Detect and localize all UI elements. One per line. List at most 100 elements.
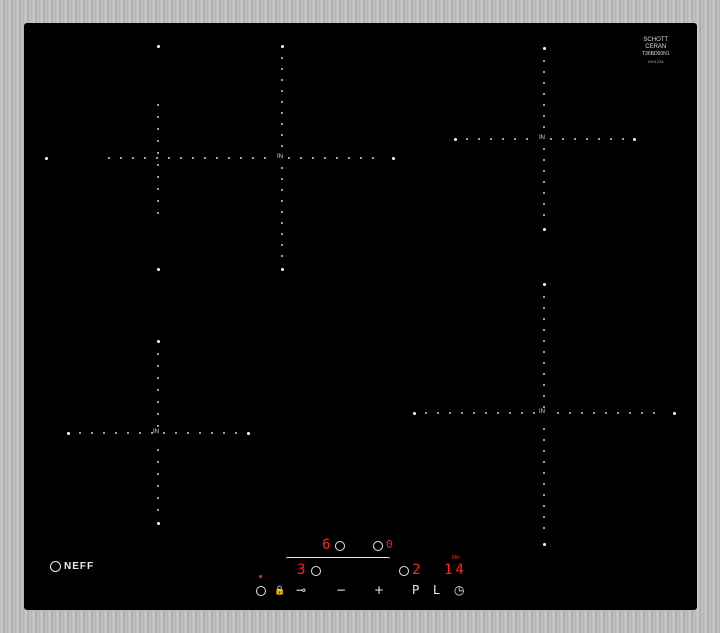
p-button[interactable]: P <box>412 584 419 596</box>
zone-dot <box>192 157 194 159</box>
zone-dot <box>157 128 159 130</box>
zone-dot <box>157 522 160 525</box>
zone-dot <box>139 432 141 434</box>
brand-name: NEFF <box>64 561 95 572</box>
zone-dot <box>281 90 283 92</box>
zone-dot <box>526 138 528 140</box>
front-left-zone-select[interactable] <box>311 566 321 576</box>
zone-dot <box>543 203 545 205</box>
zone-dot <box>281 200 283 202</box>
rear-left-zone-select[interactable] <box>335 541 345 551</box>
brand-logo: NEFF <box>50 561 94 572</box>
zone-dot <box>543 373 545 375</box>
zone-dot <box>543 170 545 172</box>
glass-maker-line1: SCHOTT <box>643 37 669 43</box>
zone-dot <box>247 432 250 435</box>
zone-dot <box>157 116 159 118</box>
ceramic-glass-surface <box>24 23 697 610</box>
zone-dot <box>543 192 545 194</box>
zone-dot <box>156 157 158 159</box>
front-right-zone-select[interactable] <box>399 566 409 576</box>
zone-dot <box>598 138 600 140</box>
zone-dot <box>157 188 159 190</box>
childlock-icon: 🔒 <box>274 585 286 595</box>
zone-dot <box>454 138 457 141</box>
timer-icon: ◷ <box>454 583 465 597</box>
glass-maker-line2: CERAN <box>645 44 667 50</box>
zone-center-marker: IN <box>277 154 283 160</box>
zone-dot <box>543 71 545 73</box>
zone-dot <box>157 164 159 166</box>
zone-dot <box>281 145 283 147</box>
zone-dot <box>461 412 463 414</box>
minus-button[interactable]: − <box>336 584 346 596</box>
zone-dot <box>180 157 182 159</box>
zone-dot <box>543 318 545 320</box>
zone-dot <box>281 123 283 125</box>
zone-dot <box>425 412 427 414</box>
zone-dot <box>281 189 283 191</box>
key-button[interactable]: ⊸ <box>296 584 306 596</box>
zone-dot <box>281 268 284 271</box>
zone-dot <box>605 412 607 414</box>
zone-dot <box>157 176 159 178</box>
zone-dot <box>497 412 499 414</box>
zone-dot <box>157 365 159 367</box>
zone-dot <box>157 268 160 271</box>
zone-dot <box>300 157 302 159</box>
zone-dot <box>127 432 129 434</box>
zone-dot <box>157 45 160 48</box>
zone-dot <box>157 353 159 355</box>
glass-model: T36BD60N1 <box>642 51 670 57</box>
zone-dot <box>633 138 636 141</box>
brand-logo-icon <box>50 561 61 572</box>
zone-dot <box>543 494 545 496</box>
zone-dot <box>485 412 487 414</box>
zone-dot <box>557 412 559 414</box>
zone-dot <box>543 543 546 546</box>
key-icon: ⊸ <box>296 583 307 597</box>
zone-dot <box>543 516 545 518</box>
zone-dot <box>543 82 545 84</box>
zone-dot <box>543 472 545 474</box>
zone-dot <box>281 211 283 213</box>
zone-dot <box>413 412 416 415</box>
l-button[interactable]: L <box>433 584 440 596</box>
zone-dot <box>324 157 326 159</box>
zone-dot <box>281 79 283 81</box>
power-level-slider[interactable] <box>286 557 390 562</box>
zone-dot <box>281 167 283 169</box>
timer-button[interactable]: ◷ <box>454 584 464 596</box>
zone-dot <box>235 432 237 434</box>
zone-dot <box>157 497 159 499</box>
plus-button[interactable]: + <box>374 584 384 596</box>
timer-unit: Min <box>452 555 461 561</box>
zone-dot <box>157 485 159 487</box>
zone-dot <box>157 152 159 154</box>
zone-dot <box>543 159 545 161</box>
zone-dot <box>211 432 213 434</box>
zone-dot <box>543 228 546 231</box>
zone-dot <box>622 138 624 140</box>
zone-center-marker: IN <box>539 409 545 415</box>
zone-dot <box>157 425 159 427</box>
zone-dot <box>281 233 283 235</box>
childlock-button[interactable]: 🔒 <box>274 585 285 596</box>
zone-dot <box>533 412 535 414</box>
rear-right-zone-select[interactable] <box>373 541 383 551</box>
zone-dot <box>199 432 201 434</box>
zone-dot <box>120 157 122 159</box>
zone-dot <box>490 138 492 140</box>
zone-dot <box>288 157 290 159</box>
zone-dot <box>502 138 504 140</box>
power-button[interactable] <box>256 586 266 596</box>
zone-dot <box>543 395 545 397</box>
zone-dot <box>157 401 159 403</box>
zone-dot <box>281 178 283 180</box>
zone-dot <box>157 449 159 451</box>
zone-dot <box>252 157 254 159</box>
zone-dot <box>157 377 159 379</box>
zone-center-marker: IN <box>153 429 159 435</box>
zone-dot <box>187 432 189 434</box>
zone-dot <box>543 450 545 452</box>
